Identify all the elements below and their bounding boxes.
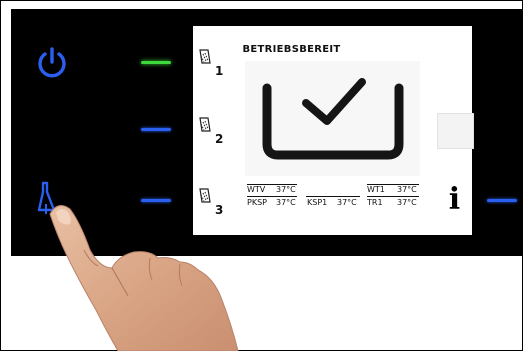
tr1-value: 37°C [397, 198, 417, 207]
row-divider [247, 196, 297, 197]
shower-number: 2 [215, 132, 224, 146]
blank-side-button[interactable] [437, 113, 474, 149]
info-icon: i [448, 182, 461, 217]
status-title: BETRIEBSBEREIT [242, 44, 341, 55]
wt1-value: 37°C [397, 185, 417, 194]
tr1-label: TR1 [367, 198, 383, 207]
pksp-label: PKSP [247, 198, 267, 207]
shower-2-led [141, 128, 171, 131]
row-divider [306, 196, 360, 197]
ksp1-value: 37°C [337, 198, 357, 207]
shower-button-3[interactable]: 3 [196, 186, 226, 220]
pksp-value: 37°C [276, 198, 296, 207]
info-button[interactable]: i [437, 182, 472, 218]
row-divider [367, 196, 419, 197]
wtv-value: 37°C [276, 185, 296, 194]
wt1-label: WT1 [367, 185, 385, 194]
wtv-label: WTV [247, 185, 266, 194]
info-led [487, 199, 517, 202]
shower-3-led [141, 199, 171, 202]
shower-number: 3 [215, 203, 224, 217]
shower-number: 1 [215, 64, 224, 78]
shower-1-led [141, 61, 171, 64]
ksp1-label: KSP1 [307, 198, 328, 207]
hand-shower-icon[interactable] [34, 180, 66, 220]
checkmark-tray-icon [245, 61, 420, 176]
shower-button-2[interactable]: 2 [196, 115, 226, 149]
